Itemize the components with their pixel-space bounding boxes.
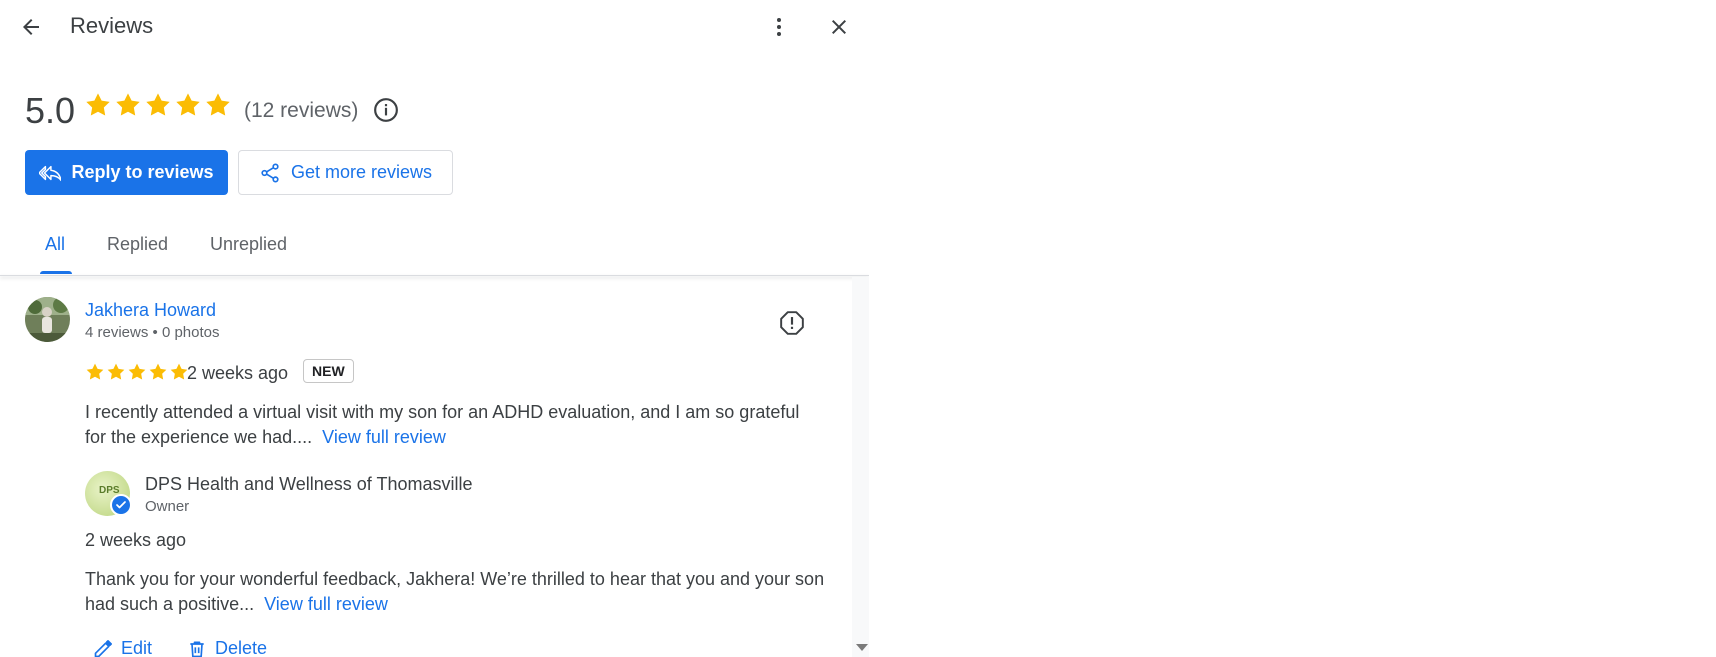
info-icon <box>374 98 398 122</box>
reply-all-icon <box>39 165 62 181</box>
reviewer-photo <box>25 297 70 342</box>
star-icon <box>107 363 125 380</box>
report-icon <box>780 311 804 335</box>
more-vert-icon <box>777 18 781 36</box>
arrow-back-icon <box>23 19 39 35</box>
reply-body: Thank you for your wonderful feedback, J… <box>85 569 825 614</box>
new-badge: NEW <box>303 359 354 383</box>
tab-all[interactable]: All <box>45 234 65 255</box>
star-icon <box>206 93 230 116</box>
average-rating: 5.0 <box>25 90 76 131</box>
star-icon <box>128 363 146 380</box>
reviewer-name[interactable]: Jakhera Howard <box>85 300 216 321</box>
active-tab-indicator <box>40 271 72 274</box>
rating-stars <box>84 91 232 119</box>
edit-reply-button[interactable]: Edit <box>93 638 152 657</box>
star-icon <box>170 363 188 380</box>
star-icon <box>86 363 104 380</box>
owner-avatar[interactable]: DPS <box>85 471 132 516</box>
reviewer-meta: 4 reviews • 0 photos <box>85 324 220 341</box>
star-icon <box>86 93 110 116</box>
verified-icon <box>110 494 132 516</box>
review-text: I recently attended a virtual visit with… <box>85 400 825 450</box>
get-more-reviews-button[interactable]: Get more reviews <box>238 150 453 195</box>
review-stars <box>85 362 189 382</box>
delete-reply-button[interactable]: Delete <box>187 638 267 657</box>
reply-to-reviews-button[interactable]: Reply to reviews <box>25 150 228 195</box>
star-icon <box>116 93 140 116</box>
owner-name: DPS Health and Wellness of Thomasville <box>145 474 473 494</box>
reply-time: 2 weeks ago <box>85 530 187 550</box>
scrollbar[interactable] <box>852 277 869 657</box>
view-full-review-link[interactable]: View full review <box>322 427 446 447</box>
delete-label: Delete <box>215 638 268 657</box>
review-time: 2 weeks ago <box>187 363 289 383</box>
review-count: (12 reviews) <box>244 99 359 122</box>
tab-unreplied[interactable]: Unreplied <box>210 234 287 255</box>
reviewer-avatar[interactable] <box>25 297 70 342</box>
tab-replied[interactable]: Replied <box>107 234 168 255</box>
owner-role: Owner <box>145 498 190 515</box>
tabs-divider <box>0 275 869 276</box>
view-full-reply-link[interactable]: View full review <box>264 594 388 614</box>
reply-text: Thank you for your wonderful feedback, J… <box>85 567 845 617</box>
report-review-button[interactable] <box>777 308 807 338</box>
rating-info-button[interactable] <box>372 96 400 124</box>
scroll-down-arrow[interactable] <box>856 644 868 651</box>
reply-to-reviews-label: Reply to reviews <box>71 162 214 182</box>
more-options-button[interactable] <box>762 10 796 44</box>
reviews-panel: Reviews 5.0 (12 reviews) Reply to review… <box>0 0 869 657</box>
get-more-reviews-label: Get more reviews <box>290 162 433 182</box>
edit-label: Edit <box>121 638 153 657</box>
pencil-icon <box>94 639 112 657</box>
star-icon <box>176 93 200 116</box>
share-icon <box>261 162 279 183</box>
back-button[interactable] <box>14 10 48 44</box>
page-title: Reviews <box>70 13 154 38</box>
trash-icon <box>190 641 204 657</box>
star-icon <box>146 93 170 116</box>
star-icon <box>149 363 167 380</box>
close-icon <box>832 20 846 34</box>
close-button[interactable] <box>822 10 856 44</box>
